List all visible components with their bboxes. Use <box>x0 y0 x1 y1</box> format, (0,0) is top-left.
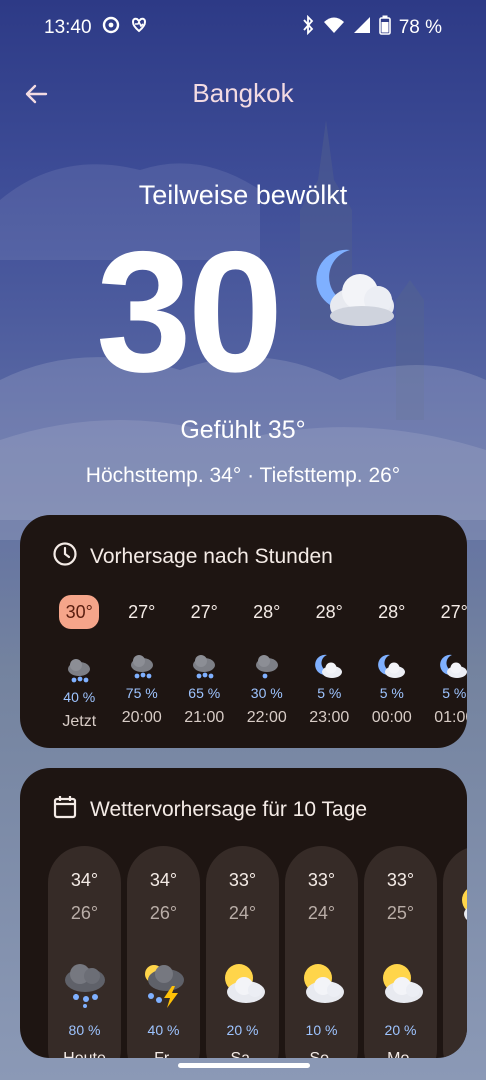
status-time: 13:40 <box>44 17 92 38</box>
partly-sunny-icon <box>456 882 467 934</box>
cloud-rain-icon <box>190 653 218 681</box>
cloud-rain-icon <box>61 960 109 1012</box>
day-precip: 80 % <box>68 1022 101 1038</box>
day-precip: 5 <box>443 944 467 960</box>
partly-cloudy-night-icon <box>377 653 406 681</box>
wifi-icon <box>323 16 345 40</box>
day-precip: 20 % <box>384 1022 417 1038</box>
bluetooth-icon <box>301 14 315 41</box>
day-high: 33° <box>228 870 257 890</box>
hourly-item[interactable]: 28° 5 % 00:00 <box>361 599 424 731</box>
day-low: 24° <box>307 903 336 923</box>
daily-item[interactable]: 5 <box>443 846 467 1058</box>
feels-like: Gefühlt 35° <box>180 416 306 444</box>
status-bar: 13:40 78 % <box>0 0 486 56</box>
day-label: Heute <box>48 1050 121 1058</box>
city-title: Bangkok <box>192 78 294 108</box>
hour-label: 20:00 <box>121 709 162 726</box>
day-label: Mo. <box>364 1050 437 1058</box>
day-precip: 10 % <box>305 1022 338 1038</box>
calendar-icon <box>52 794 78 826</box>
cloud-rain-icon <box>253 653 281 681</box>
partly-cloudy-night-icon <box>440 653 467 681</box>
day-high: 33° <box>386 870 415 890</box>
hour-label: Jetzt <box>62 713 97 730</box>
day-precip: 20 % <box>226 1022 259 1038</box>
hour-temp: 28° <box>253 602 281 622</box>
hourly-item[interactable]: 28° 30 % 22:00 <box>236 599 299 731</box>
hour-label: 23:00 <box>309 709 350 726</box>
app-bar: Bangkok <box>0 72 486 118</box>
high-low-temp: Höchsttemp. 34° · Tiefsttemp. 26° <box>85 464 401 487</box>
partly-sunny-icon <box>219 960 267 1012</box>
partly-sunny-icon <box>298 960 346 1012</box>
hour-precip: 65 % <box>188 685 221 701</box>
battery-icon <box>378 15 391 41</box>
day-label: Sa. <box>206 1050 279 1058</box>
hour-temp: 27° <box>128 602 156 622</box>
daily-forecast-card[interactable]: Wettervorhersage für 10 Tage 34° 26° 80 … <box>20 768 467 1058</box>
daily-item[interactable]: 33° 24° 20 % Sa. <box>206 846 279 1058</box>
thunderstorm-icon <box>140 960 188 1012</box>
gesture-nav-handle[interactable] <box>178 1063 310 1068</box>
day-high: 34° <box>70 870 99 890</box>
current-condition: Teilweise bewölkt <box>138 180 348 210</box>
partly-cloudy-night-icon <box>315 653 343 681</box>
hourly-title: Vorhersage nach Stunden <box>90 545 333 568</box>
day-label: Fr. <box>127 1050 200 1058</box>
hourly-item[interactable]: 30° 40 % Jetzt <box>48 595 111 731</box>
hour-temp: 28° <box>315 602 343 622</box>
hourly-item[interactable]: 27° 5 % 01:00 <box>423 599 467 731</box>
daily-item[interactable]: 33° 25° 20 % Mo. <box>364 846 437 1058</box>
hour-temp: 30° <box>59 595 100 629</box>
hour-precip: 40 % <box>63 689 96 705</box>
app-notification-icon <box>102 16 120 40</box>
day-low: 26° <box>70 903 99 923</box>
partly-cloudy-night-icon <box>304 246 400 342</box>
hourly-list[interactable]: 30° 40 % Jetzt 27° 75 % 20:00 27° 65 % 2… <box>48 595 467 731</box>
clock-icon <box>52 541 78 573</box>
cloud-rain-icon <box>128 653 156 681</box>
hour-temp: 27° <box>440 602 467 622</box>
daily-item[interactable]: 34° 26° 40 % Fr. <box>127 846 200 1058</box>
hour-temp: 27° <box>190 602 218 622</box>
cloud-rain-icon <box>65 657 93 685</box>
hour-precip: 5 % <box>379 685 404 701</box>
partly-sunny-icon <box>377 960 425 1012</box>
day-low: 25° <box>386 903 415 923</box>
signal-icon <box>353 16 371 40</box>
hour-precip: 75 % <box>125 685 158 701</box>
heart-rate-icon <box>130 16 148 40</box>
hour-label: 22:00 <box>246 709 287 726</box>
day-low: 26° <box>149 903 178 923</box>
day-high: 33° <box>307 870 336 890</box>
hour-label: 00:00 <box>371 709 412 726</box>
hour-temp: 28° <box>378 602 406 622</box>
day-precip: 40 % <box>147 1022 180 1038</box>
hour-precip: 30 % <box>250 685 283 701</box>
day-label: So. <box>285 1050 358 1058</box>
hourly-item[interactable]: 28° 5 % 23:00 <box>298 599 361 731</box>
day-high: 34° <box>149 870 178 890</box>
day-low: 24° <box>228 903 257 923</box>
hourly-item[interactable]: 27° 75 % 20:00 <box>111 599 174 731</box>
daily-list[interactable]: 34° 26° 80 % Heute 34° 26° 40 % Fr. 33° … <box>48 846 467 1058</box>
hourly-forecast-card[interactable]: Vorhersage nach Stunden 30° 40 % Jetzt 2… <box>20 515 467 748</box>
hour-precip: 5 % <box>442 685 467 701</box>
hourly-item[interactable]: 27° 65 % 21:00 <box>173 599 236 731</box>
battery-level: 78 % <box>398 17 442 38</box>
daily-item[interactable]: 33° 24° 10 % So. <box>285 846 358 1058</box>
daily-item[interactable]: 34° 26° 80 % Heute <box>48 846 121 1058</box>
hour-label: 01:00 <box>434 709 467 726</box>
daily-title: Wettervorhersage für 10 Tage <box>90 798 368 821</box>
hour-label: 21:00 <box>184 709 225 726</box>
current-temperature: 30 <box>96 216 283 408</box>
hour-precip: 5 % <box>317 685 342 701</box>
